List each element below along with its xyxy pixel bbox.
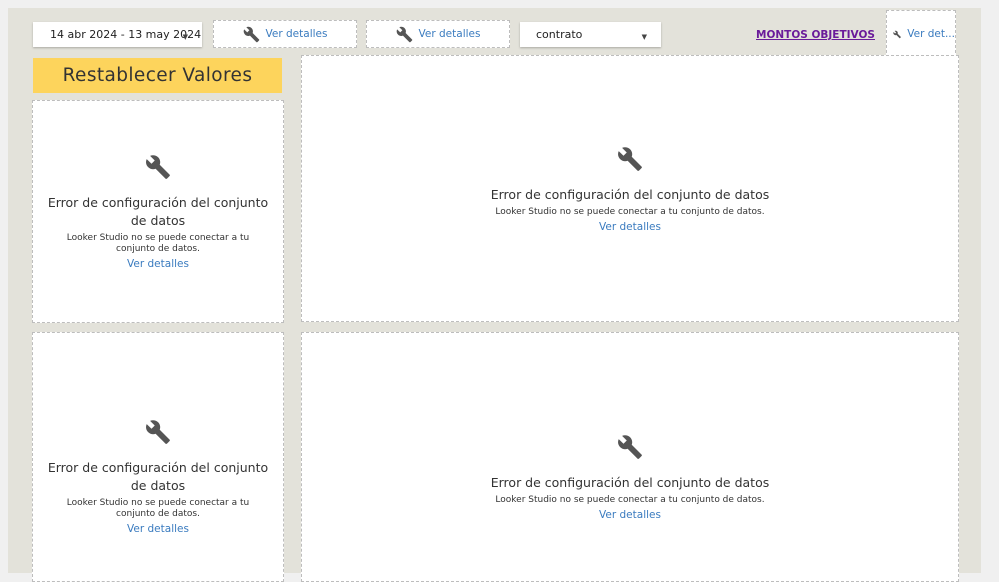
details-link[interactable]: Ver detalles [266,28,328,40]
details-link[interactable]: Ver detalles [419,28,481,40]
details-link[interactable]: Ver detalles [47,523,269,535]
error-title: Error de configuración del conjunto de d… [47,195,269,228]
wrench-icon [396,26,413,43]
filter-control-error-2: Ver detalles [366,20,510,48]
error-message: Error de configuración del conjunto de d… [302,434,958,521]
dimension-dropdown[interactable]: contrato ▼ [520,22,661,47]
wrench-icon [893,26,901,43]
details-link[interactable]: Ver detalles [47,258,269,270]
error-message: Error de configuración del conjunto de d… [302,146,958,233]
caret-down-icon: ▼ [182,33,188,41]
chart-panel-error: Error de configuración del conjunto de d… [301,55,959,322]
details-link[interactable]: Ver detalles [302,221,958,233]
error-subtitle: Looker Studio no se puede conectar a tu … [66,233,250,254]
chart-panel-error: Error de configuración del conjunto de d… [32,100,284,323]
dimension-value: contrato [536,28,583,41]
error-title: Error de configuración del conjunto de d… [47,460,269,493]
wrench-icon [145,154,171,180]
wrench-icon [145,419,171,445]
filter-control-error-3: Ver det... [886,10,956,58]
error-message: Error de configuración del conjunto de d… [33,154,283,270]
chart-panel-error: Error de configuración del conjunto de d… [32,332,284,582]
error-subtitle: Looker Studio no se puede conectar a tu … [495,207,765,217]
wrench-icon [617,434,643,460]
date-range-value: 14 abr 2024 - 13 may 2024 [50,28,202,41]
error-subtitle: Looker Studio no se puede conectar a tu … [66,498,250,519]
caret-down-icon: ▼ [641,33,647,41]
date-range-selector[interactable]: 14 abr 2024 - 13 may 2024 ▼ [33,22,202,47]
error-title: Error de configuración del conjunto de d… [490,187,770,202]
error-title: Error de configuración del conjunto de d… [490,475,770,490]
report-canvas: 14 abr 2024 - 13 may 2024 ▼ Ver detalles… [8,8,981,582]
wrench-icon [243,26,260,43]
details-link[interactable]: Ver detalles [302,509,958,521]
error-message: Error de configuración del conjunto de d… [33,419,283,535]
reset-values-button[interactable]: Restablecer Valores [33,58,282,93]
details-link[interactable]: Ver det... [907,28,955,40]
filter-control-error-1: Ver detalles [213,20,357,48]
chart-panel-error: Error de configuración del conjunto de d… [301,332,959,582]
montos-objetivos-link[interactable]: MONTOS OBJETIVOS [756,29,875,41]
wrench-icon [617,146,643,172]
error-subtitle: Looker Studio no se puede conectar a tu … [495,495,765,505]
